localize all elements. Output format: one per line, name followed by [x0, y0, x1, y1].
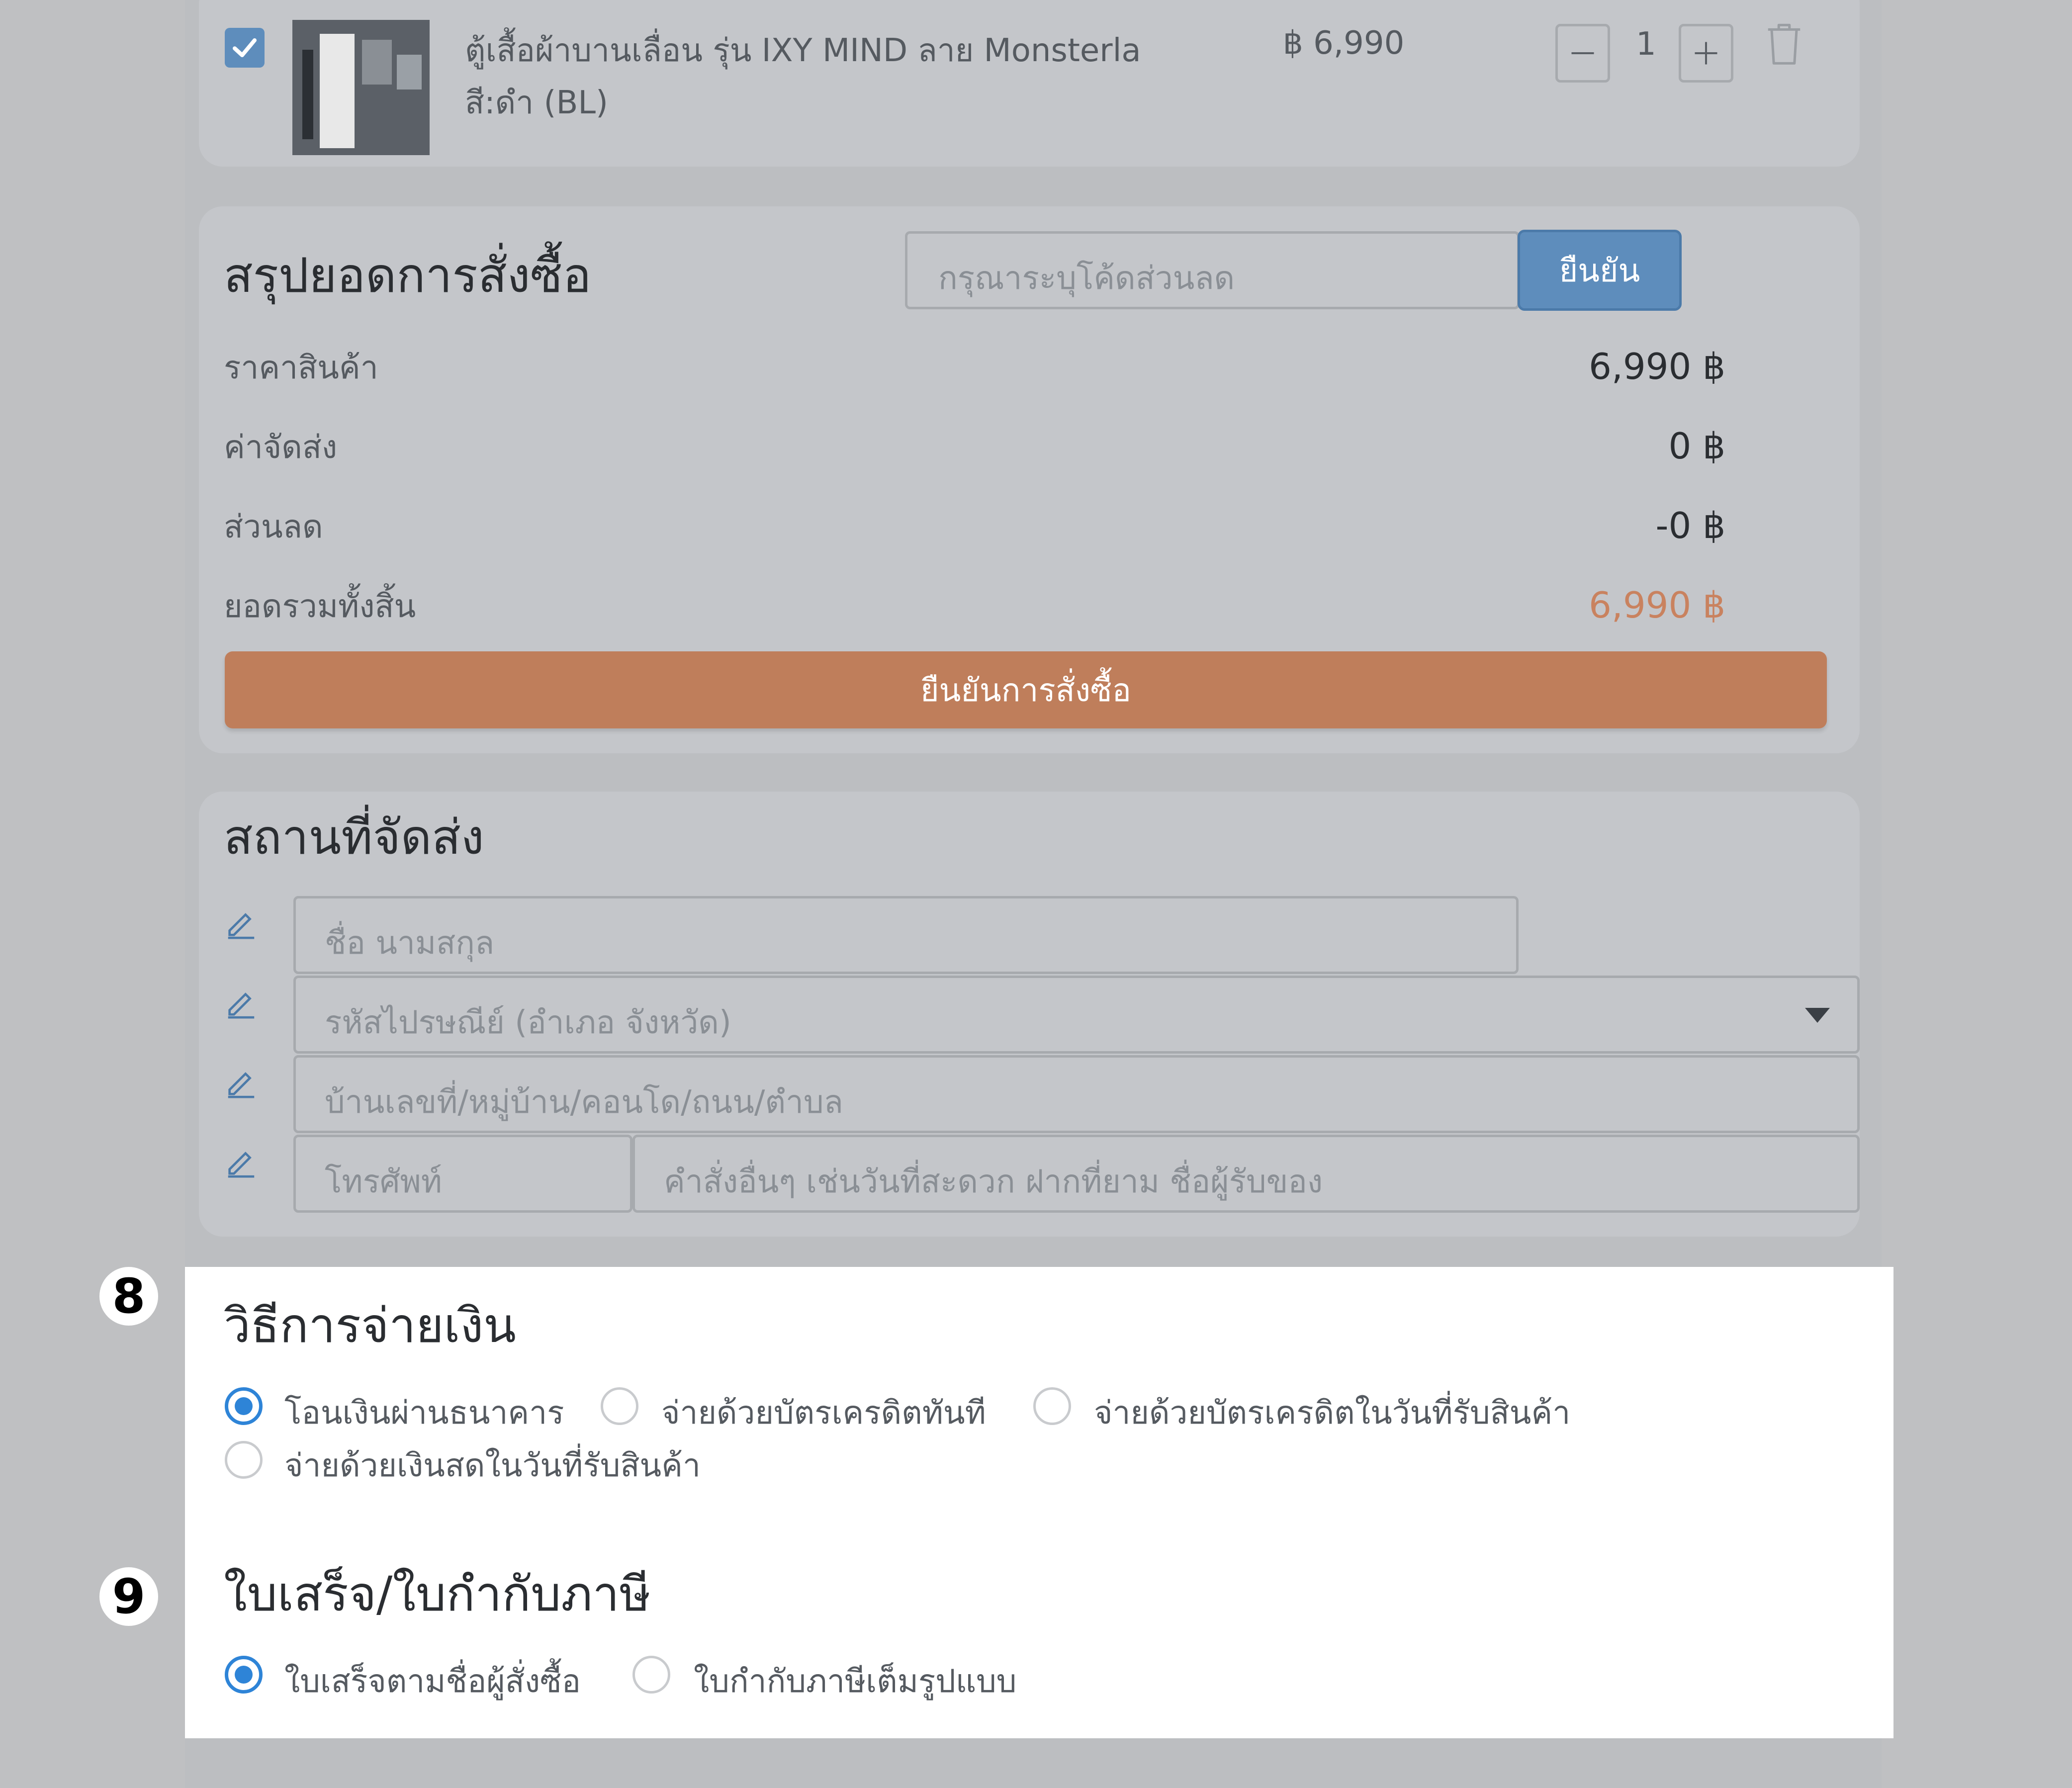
minus-icon	[1571, 52, 1594, 54]
product-name[interactable]: ตู้เสื้อผ้าบานเลื่อน รุ่น IXY MIND ลาย M…	[465, 25, 1141, 76]
checkmark-icon	[233, 38, 257, 57]
quantity-decrease-button[interactable]	[1555, 24, 1610, 83]
receipt-option-label[interactable]: ใบกำกับภาษีเต็มรูปแบบ	[694, 1656, 1016, 1706]
wardrobe-image	[320, 34, 355, 148]
plus-icon	[1695, 42, 1717, 65]
receipt-title: ใบเสร็จ/ใบกำกับภาษี	[224, 1566, 651, 1622]
payment-option-label[interactable]: จ่ายด้วยบัตรเครดิตทันที	[661, 1387, 986, 1438]
payment-option-credit-on-delivery-radio[interactable]	[1033, 1387, 1071, 1425]
postcode-placeholder: รหัสไปรษณีย์ (อำเภอ จังหวัด)	[325, 1004, 731, 1041]
summary-value-shipping: 0 ฿	[1668, 425, 1725, 467]
apply-discount-button[interactable]: ยืนยัน	[1518, 230, 1682, 311]
discount-code-placeholder: กรุณาระบุโค้ดส่วนลด	[938, 260, 1235, 297]
postcode-select[interactable]: รหัสไปรษณีย์ (อำเภอ จังหวัด)	[293, 976, 1860, 1054]
shipping-title: สถานที่จัดส่ง	[224, 809, 484, 865]
summary-label-subtotal: ราคาสินค้า	[224, 350, 378, 386]
address-input[interactable]: บ้านเลขที่/หมู่บ้าน/คอนโด/ถนน/ตำบล	[293, 1055, 1860, 1133]
payment-title: วิธีการจ่ายเงิน	[224, 1298, 516, 1353]
item-checkbox[interactable]	[225, 28, 265, 68]
summary-value-total: 6,990 ฿	[1589, 584, 1725, 626]
edit-pencil-icon	[224, 906, 259, 941]
quantity-increase-button[interactable]	[1679, 24, 1733, 83]
receipt-option-full-tax-invoice-radio[interactable]	[632, 1656, 670, 1694]
summary-label-total: ยอดรวมทั้งสิ้น	[224, 588, 416, 625]
caret-down-icon	[1805, 1008, 1830, 1023]
payment-option-label[interactable]: จ่ายด้วยบัตรเครดิตในวันที่รับสินค้า	[1094, 1387, 1570, 1438]
fullname-input[interactable]: ชื่อ นามสกุล	[293, 896, 1519, 974]
payment-option-label[interactable]: จ่ายด้วยเงินสดในวันที่รับสินค้า	[284, 1440, 701, 1491]
edit-pencil-icon	[224, 1065, 259, 1100]
summary-label-shipping: ค่าจัดส่ง	[224, 429, 338, 466]
receipt-option-label[interactable]: ใบเสร็จตามชื่อผู้สั่งซื้อ	[284, 1656, 581, 1706]
product-thumbnail[interactable]	[292, 20, 430, 155]
product-price: ฿ 6,990	[1283, 25, 1405, 62]
payment-option-bank-transfer-radio[interactable]	[225, 1387, 263, 1425]
edit-pencil-icon	[224, 985, 259, 1020]
summary-value-discount: -0 ฿	[1655, 505, 1725, 546]
quantity-value[interactable]: 1	[1636, 26, 1656, 63]
receipt-option-buyer-name-radio[interactable]	[225, 1656, 263, 1694]
product-color: สี:ดำ (BL)	[465, 85, 608, 121]
confirm-order-button[interactable]: ยืนยันการสั่งซื้อ	[225, 651, 1827, 728]
summary-label-discount: ส่วนลด	[224, 509, 323, 545]
order-summary-title: สรุปยอดการสั่งซื้อ	[224, 248, 592, 303]
step-number-badge: 9	[99, 1567, 158, 1626]
payment-option-credit-now-radio[interactable]	[601, 1387, 638, 1425]
trash-icon[interactable]	[1763, 20, 1805, 68]
delivery-note-input[interactable]: คำสั่งอื่นๆ เช่นวันที่สะดวก ฝากที่ยาม ชื…	[632, 1135, 1860, 1213]
phone-input[interactable]: โทรศัพท์	[293, 1135, 632, 1213]
summary-value-subtotal: 6,990 ฿	[1589, 346, 1725, 387]
edit-pencil-icon	[224, 1145, 259, 1179]
delivery-note-placeholder: คำสั่งอื่นๆ เช่นวันที่สะดวก ฝากที่ยาม ชื…	[664, 1163, 1323, 1200]
fullname-placeholder: ชื่อ นามสกุล	[325, 925, 495, 962]
step-number-badge: 8	[99, 1267, 158, 1326]
payment-option-label[interactable]: โอนเงินผ่านธนาคาร	[284, 1387, 564, 1438]
payment-option-cash-on-delivery-radio[interactable]	[225, 1441, 263, 1479]
phone-placeholder: โทรศัพท์	[325, 1163, 442, 1200]
address-placeholder: บ้านเลขที่/หมู่บ้าน/คอนโด/ถนน/ตำบล	[325, 1084, 843, 1121]
discount-code-input[interactable]: กรุณาระบุโค้ดส่วนลด	[905, 231, 1520, 309]
